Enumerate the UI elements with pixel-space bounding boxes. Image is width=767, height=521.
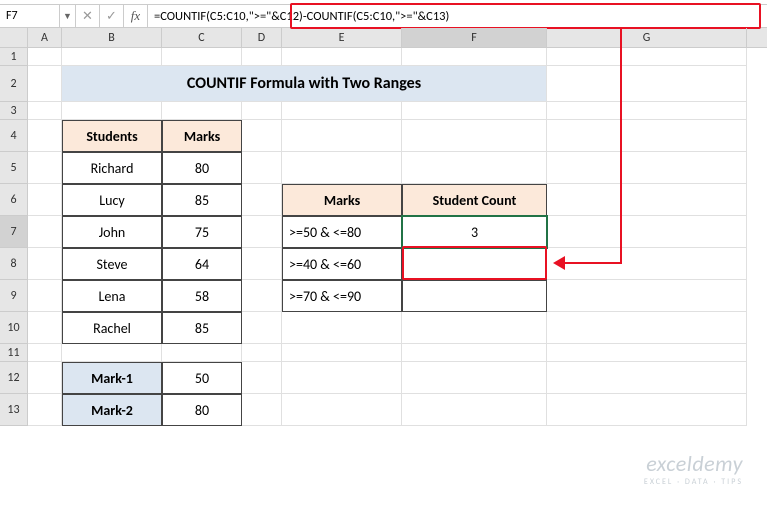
- col-header-F[interactable]: F: [402, 28, 547, 47]
- name-box-dropdown-icon[interactable]: ▼: [60, 5, 76, 27]
- row-header-8[interactable]: 8: [0, 248, 28, 280]
- col-header-B[interactable]: B: [62, 28, 162, 47]
- active-cell-F7[interactable]: 3: [402, 216, 547, 248]
- col-header-E[interactable]: E: [282, 28, 402, 47]
- table-cell[interactable]: Lena: [62, 280, 162, 312]
- formula-bar[interactable]: =COUNTIF(C5:C10,">="&C12)-COUNTIF(C5:C10…: [148, 5, 767, 27]
- row-header-12[interactable]: 12: [0, 362, 28, 394]
- annotation-connector-horizontal: [565, 262, 622, 264]
- watermark-tagline: EXCEL · DATA · TIPS: [644, 477, 743, 487]
- mark2-label: Mark-2: [62, 394, 162, 426]
- confirm-icon[interactable]: ✓: [100, 5, 124, 27]
- criteria-label[interactable]: >=50 & <=80: [282, 216, 402, 248]
- col-header-A[interactable]: A: [28, 28, 62, 47]
- col-header-G[interactable]: G: [547, 28, 747, 47]
- row-header-9[interactable]: 9: [0, 280, 28, 312]
- watermark: exceldemy EXCEL · DATA · TIPS: [644, 450, 743, 487]
- row-header-1[interactable]: 1: [0, 48, 28, 66]
- name-box[interactable]: F7: [0, 5, 60, 27]
- table-cell[interactable]: Rachel: [62, 312, 162, 344]
- table-cell[interactable]: John: [62, 216, 162, 248]
- table-cell[interactable]: Richard: [62, 152, 162, 184]
- mark1-label: Mark-1: [62, 362, 162, 394]
- table-cell[interactable]: 85: [162, 312, 242, 344]
- row-header-3[interactable]: 3: [0, 102, 28, 120]
- students-header-marks: Marks: [162, 120, 242, 152]
- row-header-4[interactable]: 4: [0, 120, 28, 152]
- page-title: COUNTIF Formula with Two Ranges: [62, 66, 547, 102]
- table-cell[interactable]: 64: [162, 248, 242, 280]
- worksheet-grid: 1 2 COUNTIF Formula with Two Ranges 3 4 …: [0, 48, 767, 426]
- criteria-label[interactable]: >=70 & <=90: [282, 280, 402, 312]
- row-header-13[interactable]: 13: [0, 394, 28, 426]
- mark1-value[interactable]: 50: [162, 362, 242, 394]
- table-cell[interactable]: 58: [162, 280, 242, 312]
- table-cell[interactable]: 85: [162, 184, 242, 216]
- row-header-2[interactable]: 2: [0, 66, 28, 102]
- select-all-corner[interactable]: [0, 28, 28, 47]
- criteria-count[interactable]: [402, 280, 547, 312]
- row-header-5[interactable]: 5: [0, 152, 28, 184]
- row-header-6[interactable]: 6: [0, 184, 28, 216]
- criteria-label[interactable]: >=40 & <=60: [282, 248, 402, 280]
- formula-bar-row: F7 ▼ ✕ ✓ fx =COUNTIF(C5:C10,">="&C12)-CO…: [0, 4, 767, 28]
- row-header-10[interactable]: 10: [0, 312, 28, 344]
- col-header-C[interactable]: C: [162, 28, 242, 47]
- annotation-connector-vertical: [620, 28, 622, 264]
- row-header-11[interactable]: 11: [0, 344, 28, 362]
- cancel-icon[interactable]: ✕: [76, 5, 100, 27]
- watermark-brand: exceldemy: [644, 450, 743, 477]
- fx-icon[interactable]: fx: [124, 5, 148, 27]
- annotation-arrowhead-icon: [553, 256, 565, 270]
- mark2-value[interactable]: 80: [162, 394, 242, 426]
- table-cell[interactable]: Lucy: [62, 184, 162, 216]
- criteria-header-marks: Marks: [282, 184, 402, 216]
- criteria-count[interactable]: [402, 248, 547, 280]
- col-header-D[interactable]: D: [242, 28, 282, 47]
- criteria-header-count: Student Count: [402, 184, 547, 216]
- table-cell[interactable]: Steve: [62, 248, 162, 280]
- table-cell[interactable]: 80: [162, 152, 242, 184]
- students-header-name: Students: [62, 120, 162, 152]
- table-cell[interactable]: 75: [162, 216, 242, 248]
- row-header-7[interactable]: 7: [0, 216, 28, 248]
- column-headers: A B C D E F G: [0, 28, 767, 48]
